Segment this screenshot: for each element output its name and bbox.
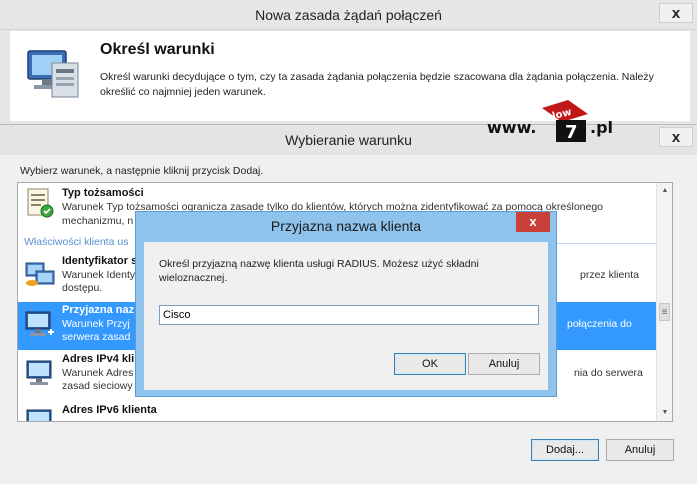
item-description-tail: połączenia do: [567, 318, 632, 330]
watermark-prefix: www.: [487, 118, 537, 137]
dialog-title: Przyjazna nazwa klienta: [270, 218, 422, 234]
computer-icon: [26, 360, 52, 385]
select-condition-close-button[interactable]: x: [659, 127, 693, 147]
dialog-cancel-button[interactable]: Anuluj: [468, 353, 540, 375]
dialog-instruction: Określ przyjazną nazwę klienta usługi RA…: [159, 258, 479, 284]
condition-instruction: Wybierz warunek, a następnie kliknij prz…: [20, 165, 264, 177]
watermark-suffix: .pl: [590, 118, 614, 137]
item-title: Przyjazna naz: [62, 304, 135, 316]
network-clients-icon: [25, 262, 55, 286]
dialog-close-button[interactable]: x: [516, 212, 550, 232]
watermark-logo: slow 7: [542, 100, 588, 143]
new-policy-close-button[interactable]: x: [659, 3, 693, 23]
friendly-name-dialog: Przyjazna nazwa klienta x Określ przyjaz…: [135, 211, 557, 397]
group-header-client-properties: Właściwości klienta us: [24, 236, 129, 248]
wizard-step-title: Określ warunki: [100, 41, 215, 58]
certificate-icon: [27, 188, 54, 218]
add-button[interactable]: Dodaj...: [531, 439, 599, 461]
scroll-up-arrow-icon[interactable]: ▲: [657, 183, 672, 199]
friendly-name-input[interactable]: [159, 305, 539, 325]
new-policy-titlebar: Nowa zasada żądań połączeń x: [0, 0, 697, 30]
monitor-settings-icon: [27, 50, 79, 98]
list-scrollbar[interactable]: ▲ ≡ ▼: [656, 183, 672, 421]
computer-icon: [26, 409, 52, 421]
new-policy-title: Nowa zasada żądań połączeń: [255, 7, 442, 23]
item-title: Adres IPv6 klienta: [62, 404, 157, 416]
list-item-client-ipv6[interactable]: Adres IPv6 klienta: [18, 400, 658, 421]
wizard-step-description: Określ warunki decydujące o tym, czy ta …: [100, 71, 654, 98]
dialog-body: Określ przyjazną nazwę klienta usługi RA…: [144, 242, 548, 390]
item-title: Identyfikator s: [62, 255, 138, 267]
ok-button[interactable]: OK: [394, 353, 466, 375]
item-title: Typ tożsamości: [62, 187, 144, 199]
item-description-tail: nia do serwera: [574, 367, 643, 379]
watermark-logo-number: 7: [565, 122, 578, 143]
scroll-thumb[interactable]: ≡: [659, 303, 670, 321]
item-title: Adres IPv4 kli: [62, 353, 135, 365]
monitor-network-icon: [25, 311, 54, 336]
watermark: www. slow 7 .pl: [487, 100, 617, 144]
cancel-button[interactable]: Anuluj: [606, 439, 674, 461]
item-description-tail: przez klienta: [580, 269, 639, 281]
scroll-down-arrow-icon[interactable]: ▼: [657, 405, 672, 421]
